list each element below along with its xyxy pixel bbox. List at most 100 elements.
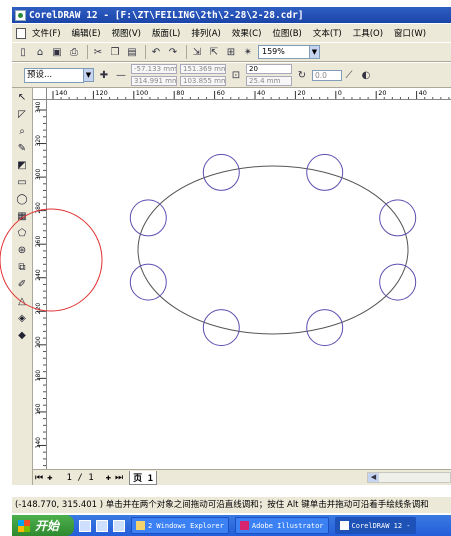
toolbar-separator bbox=[145, 45, 146, 59]
smart-fill-tool-icon[interactable]: ◩ bbox=[15, 158, 29, 172]
task-windows-explorer[interactable]: 2 Windows Explorer bbox=[131, 517, 229, 534]
task-label: 2 Windows Explorer bbox=[148, 521, 224, 530]
ruler-tick-label: 100 bbox=[136, 89, 148, 97]
export-icon[interactable]: ⇱ bbox=[207, 45, 221, 59]
menu-edit[interactable]: 编辑(E) bbox=[72, 27, 101, 39]
ruler-tick-label: 200 bbox=[35, 336, 42, 348]
ruler-tick-label: 120 bbox=[95, 89, 107, 97]
page-add-after-icon[interactable]: ✚ bbox=[106, 473, 111, 483]
zoom-tool-icon[interactable]: ⌕ bbox=[15, 124, 29, 138]
ruler-tick-label: 340 bbox=[35, 101, 42, 113]
menu-arrange[interactable]: 排列(A) bbox=[191, 27, 220, 39]
ruler-tick-label: 80 bbox=[176, 89, 184, 97]
coreldraw-app-icon[interactable] bbox=[15, 9, 26, 21]
menu-effects[interactable]: 效果(C) bbox=[232, 27, 262, 39]
redo-icon[interactable]: ↷ bbox=[166, 45, 180, 59]
menu-file[interactable]: 文件(F) bbox=[32, 27, 61, 39]
menu-tools[interactable]: 工具(O) bbox=[353, 27, 383, 39]
windows-taskbar: 开始 2 Windows Explorer Adobe Illustrator … bbox=[12, 515, 451, 536]
ellipse-tool-icon[interactable]: ◯ bbox=[15, 192, 29, 206]
quicklaunch-ie-icon[interactable] bbox=[96, 519, 108, 532]
window-title: CorelDRAW 12 - [F:\ZT\FEILING\2th\2-28\2… bbox=[29, 9, 304, 21]
ruler-tick-label: 140 bbox=[35, 437, 42, 449]
clockwise-blend-icon[interactable]: ◐ bbox=[359, 68, 373, 82]
quicklaunch-desktop-icon[interactable] bbox=[79, 519, 91, 532]
new-icon[interactable]: ▯ bbox=[16, 45, 30, 59]
page-first-icon[interactable]: ⏮ bbox=[35, 473, 43, 483]
preset-dropdown[interactable]: 预设... bbox=[24, 67, 84, 83]
ruler-tick-label: 40 bbox=[257, 89, 265, 97]
import-icon[interactable]: ⇲ bbox=[190, 45, 204, 59]
ruler-tick-label: 300 bbox=[35, 168, 42, 180]
task-adobe-illustrator[interactable]: Adobe Illustrator bbox=[234, 517, 329, 534]
interactive-fill-tool-icon[interactable]: ◆ bbox=[15, 328, 29, 342]
x-position-field[interactable]: -57.133 mm bbox=[131, 64, 177, 74]
illustrator-icon bbox=[239, 521, 249, 530]
height-field[interactable]: 103.855 mm bbox=[180, 76, 226, 86]
corel-online-icon[interactable]: ✴ bbox=[241, 45, 255, 59]
undo-icon[interactable]: ↶ bbox=[149, 45, 163, 59]
pick-tool-icon[interactable]: ↖ bbox=[15, 90, 29, 104]
paste-icon[interactable]: ▤ bbox=[125, 45, 139, 59]
blend-spacing-input[interactable]: 25.4 mm bbox=[246, 76, 292, 86]
cut-icon[interactable]: ✂ bbox=[91, 45, 105, 59]
shape-tool-icon[interactable]: ◸ bbox=[15, 107, 29, 121]
copy-icon[interactable]: ❐ bbox=[108, 45, 122, 59]
menu-text[interactable]: 文本(T) bbox=[313, 27, 342, 39]
page-last-icon[interactable]: ⏭ bbox=[115, 473, 123, 483]
zoom-dropdown-icon[interactable]: ▼ bbox=[309, 45, 320, 59]
toolbar-separator bbox=[186, 45, 187, 59]
add-preset-icon[interactable]: ✚ bbox=[97, 68, 111, 82]
quicklaunch-media-icon[interactable] bbox=[113, 519, 125, 532]
menu-layout[interactable]: 版面(L) bbox=[152, 27, 180, 39]
zoom-level-input[interactable]: 159% bbox=[258, 45, 310, 59]
freehand-tool-icon[interactable]: ✎ bbox=[15, 141, 29, 155]
save-icon[interactable]: ▣ bbox=[50, 45, 64, 59]
blend-steps-input[interactable]: 20 bbox=[246, 64, 292, 74]
blend-steps-icon: ⊡ bbox=[231, 69, 241, 81]
horizontal-ruler[interactable]: 140 120 100 80 60 40 20 0 20 40 bbox=[47, 88, 451, 100]
task-coreldraw[interactable]: CorelDRAW 12 - bbox=[334, 517, 416, 534]
ruler-tick-label: 160 bbox=[35, 403, 42, 415]
scroll-left-icon[interactable]: ◀ bbox=[368, 473, 379, 482]
blend-steps-group: 20 25.4 mm bbox=[246, 63, 292, 87]
menu-bitmaps[interactable]: 位图(B) bbox=[272, 27, 301, 39]
status-bar: (-148.770, 315.401 ) 单击并在两个对象之间拖动可沿直线调和；… bbox=[12, 497, 451, 513]
blend-path-ellipse[interactable] bbox=[137, 165, 409, 335]
width-field[interactable]: 151.369 mm bbox=[180, 64, 226, 74]
remove-preset-icon[interactable]: — bbox=[114, 68, 128, 82]
menu-bar: 文件(F) 编辑(E) 视图(V) 版面(L) 排列(A) 效果(C) 位图(B… bbox=[12, 24, 451, 42]
standard-toolbar: ▯ ⌂ ▣ ⎙ ✂ ❐ ▤ ↶ ↷ ⇲ ⇱ ⊞ ✴ 159% ▼ bbox=[12, 42, 451, 62]
ruler-tick-label: 0 bbox=[338, 89, 342, 97]
page-tab[interactable]: 页 1 bbox=[129, 470, 157, 485]
windows-logo-icon bbox=[18, 519, 30, 532]
open-icon[interactable]: ⌂ bbox=[33, 45, 47, 59]
menu-view[interactable]: 视图(V) bbox=[112, 27, 141, 39]
toolbar-separator bbox=[87, 45, 88, 59]
start-label: 开始 bbox=[35, 519, 60, 533]
document-icon[interactable] bbox=[16, 27, 26, 39]
page-add-before-icon[interactable]: ✚ bbox=[47, 473, 52, 483]
menu-window[interactable]: 窗口(W) bbox=[394, 27, 426, 39]
object-position: -57.133 mm 314.991 mm bbox=[131, 63, 177, 87]
ruler-tick-label: 180 bbox=[35, 370, 42, 382]
title-bar[interactable]: CorelDRAW 12 - [F:\ZT\FEILING\2th\2-28\2… bbox=[12, 7, 451, 23]
ruler-tick-label: 40 bbox=[419, 89, 427, 97]
start-button[interactable]: 开始 bbox=[12, 515, 74, 536]
object-size: 151.369 mm 103.855 mm bbox=[180, 63, 226, 87]
horizontal-scrollbar[interactable]: ◀ bbox=[367, 472, 451, 483]
ruler-tick-label: 140 bbox=[55, 89, 67, 97]
app-launcher-icon[interactable]: ⊞ bbox=[224, 45, 238, 59]
folder-icon bbox=[136, 521, 145, 530]
y-position-field[interactable]: 314.991 mm bbox=[131, 76, 177, 86]
rectangle-tool-icon[interactable]: ▭ bbox=[15, 175, 29, 189]
coreldraw-icon bbox=[339, 521, 349, 530]
page-counter: 1 / 1 bbox=[66, 472, 94, 483]
blend-direction-icon: ↻ bbox=[297, 69, 307, 81]
blend-direction-input[interactable]: 0.0 bbox=[312, 69, 342, 81]
task-label: CorelDRAW 12 - bbox=[351, 521, 411, 530]
direct-blend-icon[interactable]: ⟋ bbox=[342, 68, 356, 82]
preset-dropdown-icon[interactable]: ▼ bbox=[83, 68, 94, 82]
print-icon[interactable]: ⎙ bbox=[67, 45, 81, 59]
ruler-corner[interactable] bbox=[33, 88, 47, 100]
